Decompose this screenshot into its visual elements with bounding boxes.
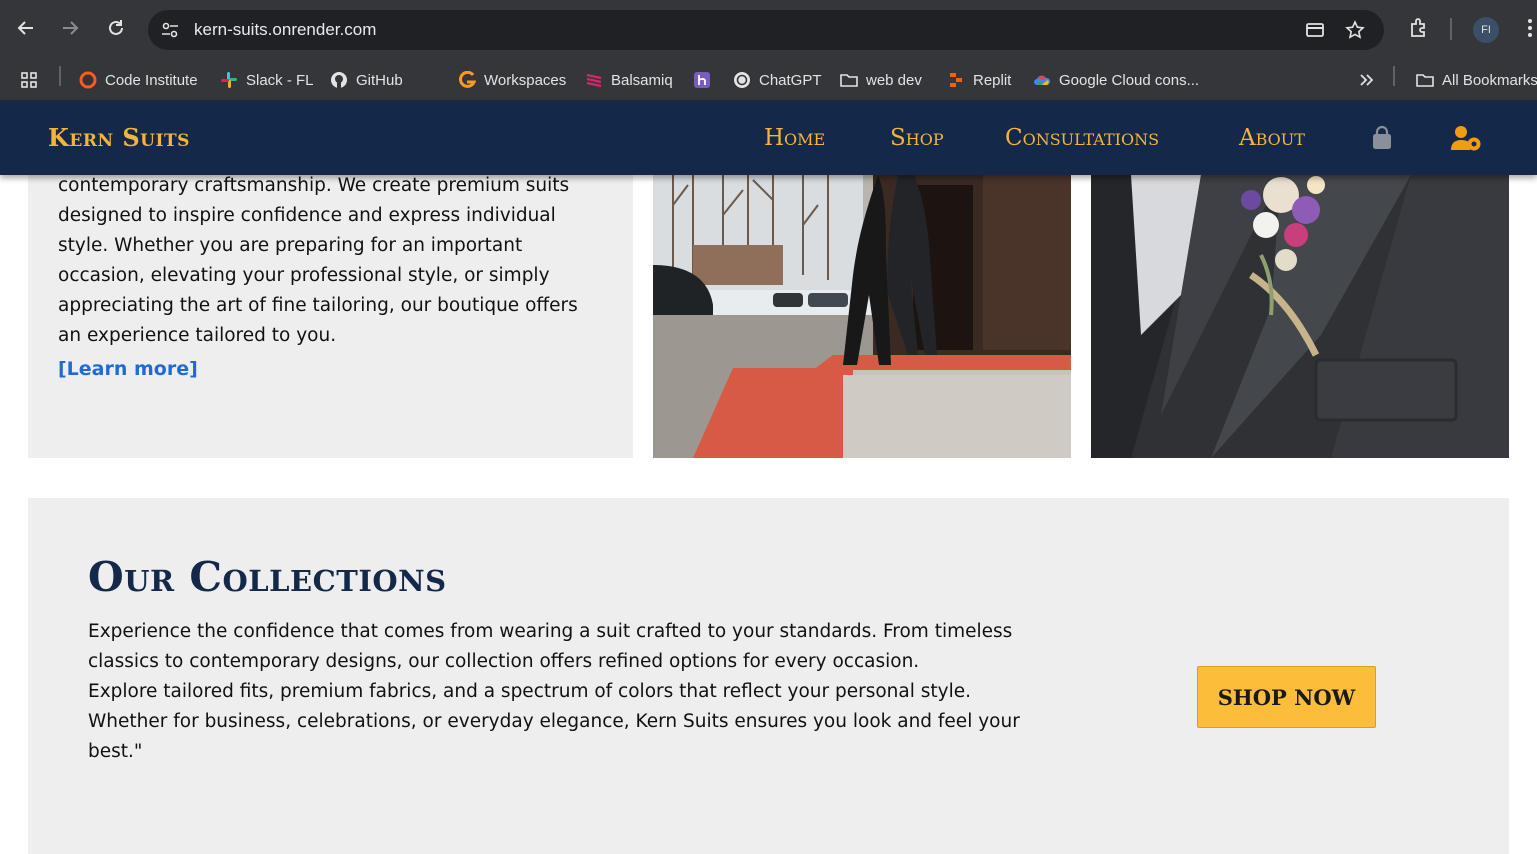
collections-section: Our Collections Experience the confidenc… — [28, 498, 1509, 854]
bookmark-label: Google Cloud cons... — [1059, 71, 1200, 89]
site-navbar: Kern Suits Home Shop Consultations About — [0, 101, 1537, 175]
bookmark-label: Workspaces — [484, 71, 567, 89]
collections-paragraph-2: Explore tailored fits, premium fabrics, … — [88, 681, 1020, 762]
folder-icon — [840, 71, 858, 89]
browser-toolbar: kern-suits.onrender.com FI — [0, 0, 1537, 60]
page-content: contemporary craftsmanship. We create pr… — [0, 175, 1537, 854]
bookmarks-overflow-button[interactable] — [1358, 66, 1384, 94]
suit-boutonniere-image — [1091, 175, 1509, 458]
site-settings-icon[interactable] — [160, 20, 180, 40]
star-icon[interactable] — [1345, 20, 1365, 40]
bookmarks-bar: Code Institute Slack - FL GitHub Workspa… — [0, 60, 1537, 101]
all-bookmarks-button[interactable]: All Bookmarks — [1416, 66, 1537, 94]
brand-logo[interactable]: Kern Suits — [48, 101, 190, 175]
replit-icon — [947, 71, 965, 89]
nav-home[interactable]: Home — [764, 101, 825, 175]
balsamiq-icon — [585, 71, 603, 89]
bookmark-chatgpt[interactable]: ChatGPT — [733, 66, 822, 94]
intro-paragraph: contemporary craftsmanship. We create pr… — [58, 175, 578, 346]
nav-shop[interactable]: Shop — [890, 101, 944, 175]
chatgpt-icon — [733, 71, 751, 89]
bookmark-label: Slack - FL — [246, 71, 314, 89]
code-institute-icon — [79, 71, 97, 89]
folder-icon — [1416, 71, 1434, 89]
shopping-bag-icon[interactable] — [1368, 124, 1396, 152]
forward-button[interactable] — [56, 14, 84, 42]
nav-consultations[interactable]: Consultations — [1005, 101, 1159, 175]
address-bar[interactable]: kern-suits.onrender.com — [148, 10, 1384, 50]
back-button[interactable] — [12, 14, 40, 42]
collections-description: Experience the confidence that comes fro… — [88, 617, 1048, 767]
bookmark-label: GitHub — [356, 71, 403, 89]
more-menu-icon[interactable] — [1523, 16, 1537, 40]
bookmark-label: web dev — [866, 71, 922, 89]
github-icon — [330, 71, 348, 89]
shop-now-button[interactable]: SHOP NOW — [1197, 666, 1376, 728]
bookmark-label: Balsamiq — [611, 71, 673, 89]
bookmark-heroku[interactable] — [693, 66, 719, 94]
learn-more-link[interactable]: [Learn more] — [58, 358, 198, 380]
bookmark-label: ChatGPT — [759, 71, 822, 89]
bookmark-folder-web-dev[interactable]: web dev — [840, 66, 922, 94]
bookmarks-divider — [59, 66, 61, 86]
slack-icon — [220, 71, 238, 89]
profile-avatar[interactable]: FI — [1473, 17, 1499, 43]
collections-title: Our Collections — [88, 553, 447, 601]
all-bookmarks-label: All Bookmarks — [1442, 71, 1537, 89]
arrow-right-icon — [63, 21, 79, 35]
toolbar-divider — [1450, 18, 1452, 40]
bookmark-slack[interactable]: Slack - FL — [220, 66, 314, 94]
reload-icon — [109, 20, 123, 35]
apps-grid-icon — [20, 71, 38, 89]
nav-about[interactable]: About — [1239, 101, 1305, 175]
bookmark-replit[interactable]: Replit — [947, 66, 1011, 94]
workspaces-icon — [458, 71, 476, 89]
card-icon[interactable] — [1305, 20, 1325, 40]
url-text[interactable]: kern-suits.onrender.com — [194, 10, 376, 50]
reload-button[interactable] — [102, 14, 130, 42]
bookmark-label: Code Institute — [105, 71, 198, 89]
bookmark-google-cloud[interactable]: Google Cloud cons... — [1033, 66, 1199, 94]
bookmark-workspaces[interactable]: Workspaces — [458, 66, 566, 94]
heroku-icon — [693, 71, 711, 89]
chevron-double-right-icon — [1358, 71, 1376, 89]
collections-paragraph-1: Experience the confidence that comes fro… — [88, 621, 1013, 672]
bookmark-github[interactable]: GitHub — [330, 66, 403, 94]
apps-button[interactable] — [20, 66, 46, 94]
bookmark-code-institute[interactable]: Code Institute — [79, 66, 198, 94]
boutique-entrance-image — [653, 175, 1071, 458]
arrow-left-icon — [17, 21, 33, 35]
google-cloud-icon — [1033, 71, 1051, 89]
user-gear-icon[interactable] — [1450, 124, 1482, 152]
bookmark-balsamiq[interactable]: Balsamiq — [585, 66, 673, 94]
bookmarks-divider — [1393, 66, 1395, 86]
intro-card: contemporary craftsmanship. We create pr… — [28, 175, 633, 458]
extensions-icon[interactable] — [1407, 16, 1431, 40]
bookmark-label: Replit — [973, 71, 1012, 89]
